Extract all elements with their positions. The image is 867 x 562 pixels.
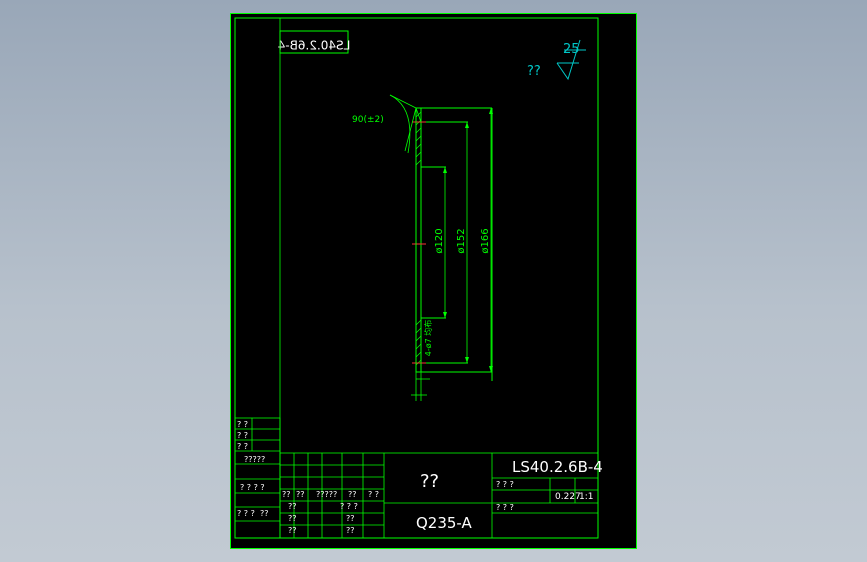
rev-q7: ?? xyxy=(260,509,269,518)
tb-q3: ????? xyxy=(316,490,337,499)
dim-holes: 4-ø7 均布 xyxy=(423,320,433,357)
dim-angle: 90(±2) xyxy=(352,115,384,125)
roughness-note: ?? xyxy=(527,64,541,79)
drawing-sheet[interactable]: LS40.2.6B-4 25 ?? ø120 ø152 ø166 4-ø7 均布… xyxy=(230,13,637,549)
tb-q6: ? ? ? xyxy=(340,502,358,511)
rev-q5: ? ? ? ? xyxy=(240,483,265,492)
rev-q6: ? ? ? xyxy=(237,509,255,518)
rev-q3: ? ? xyxy=(237,442,248,451)
tb-q8: ?? xyxy=(346,514,355,523)
roughness-value: 25 xyxy=(563,42,580,57)
tb-q1: ?? xyxy=(282,490,291,499)
rev-q1: ? ? xyxy=(237,420,248,429)
tb-q4: ?? xyxy=(348,490,357,499)
cad-drawing: LS40.2.6B-4 25 ?? ø120 ø152 ø166 4-ø7 均布… xyxy=(230,13,637,549)
drawing-viewer[interactable]: LS40.2.6B-4 25 ?? ø120 ø152 ø166 4-ø7 均布… xyxy=(0,0,867,562)
tb-q10: ?? xyxy=(288,526,297,535)
tb-q5: ? ? xyxy=(368,490,379,499)
part-name: ?? xyxy=(420,471,439,492)
rev-q4: ????? xyxy=(244,455,265,464)
dim-d152: ø152 xyxy=(456,228,467,253)
sheet-label: ? ? ? xyxy=(496,503,514,512)
drawing-code: LS40.2.6B-4 xyxy=(512,458,603,476)
weight-value: 0.227 xyxy=(555,492,581,502)
rev-q2: ? ? xyxy=(237,431,248,440)
material-text: Q235-A xyxy=(416,514,473,532)
stage-label: ? ? ? xyxy=(496,480,514,489)
dim-d120: ø120 xyxy=(434,228,445,253)
scale-value: 1:1 xyxy=(579,492,593,502)
tb-q11: ?? xyxy=(346,526,355,535)
section-hatch xyxy=(415,111,422,366)
tb-q2: ?? xyxy=(296,490,305,499)
tb-q9: ?? xyxy=(288,514,297,523)
dimension-lines xyxy=(411,108,492,401)
mirror-code-text: LS40.2.6B-4 xyxy=(278,39,351,53)
tb-q7: ?? xyxy=(288,502,297,511)
dim-d166: ø166 xyxy=(480,228,491,253)
